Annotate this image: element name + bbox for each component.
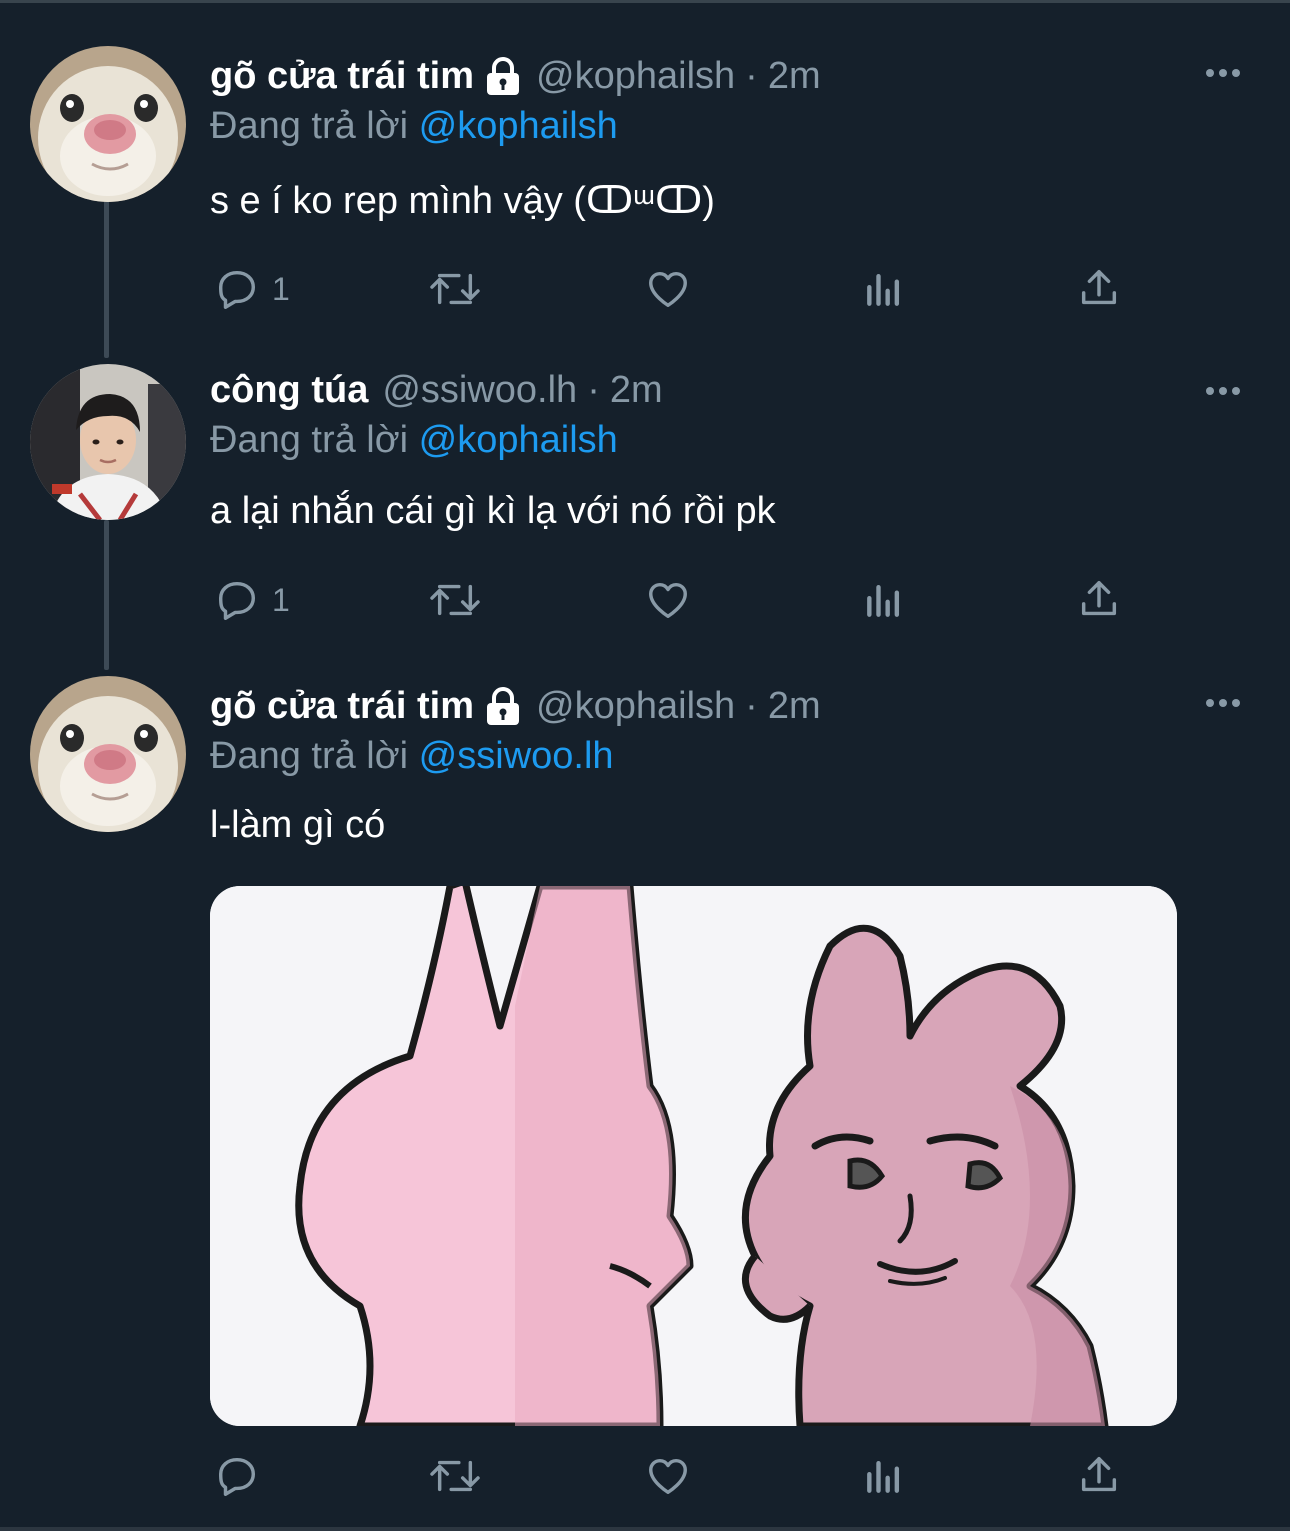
more-icon[interactable] (1206, 696, 1246, 710)
user-handle[interactable]: @kophailsh (536, 685, 735, 728)
reply-context: Đang trả lời @ssiwoo.lh (210, 735, 614, 778)
heart-icon (649, 1458, 687, 1495)
retweet-icon (430, 1460, 480, 1492)
analytics-button[interactable] (862, 1451, 906, 1501)
tweet-actions (210, 1451, 1170, 1501)
share-button[interactable] (1076, 1451, 1122, 1501)
pink-bunny-sticker[interactable] (210, 886, 1177, 1426)
retweet-button[interactable] (428, 1451, 482, 1501)
tweet-text: l-làm gì có (210, 804, 386, 846)
reply-icon (218, 1457, 256, 1496)
share-icon (1081, 1457, 1117, 1492)
tweet-header: gõ cửa trái tim @kophailsh · 2m (210, 682, 821, 730)
hamster-avatar[interactable] (30, 676, 186, 832)
tweet[interactable]: gõ cửa trái tim @kophailsh · 2m Đang trả… (0, 0, 1290, 1527)
analytics-icon (867, 1460, 900, 1493)
bottom-divider (0, 1527, 1290, 1531)
reply-prefix: Đang trả lời (210, 735, 409, 777)
like-button[interactable] (644, 1451, 692, 1501)
lock-icon (487, 687, 520, 725)
reply-mention-link[interactable]: @ssiwoo.lh (419, 735, 614, 777)
timestamp[interactable]: 2m (768, 685, 821, 728)
reply-button[interactable] (214, 1451, 260, 1501)
separator-dot: · (745, 684, 758, 727)
display-name[interactable]: gõ cửa trái tim (210, 685, 474, 728)
